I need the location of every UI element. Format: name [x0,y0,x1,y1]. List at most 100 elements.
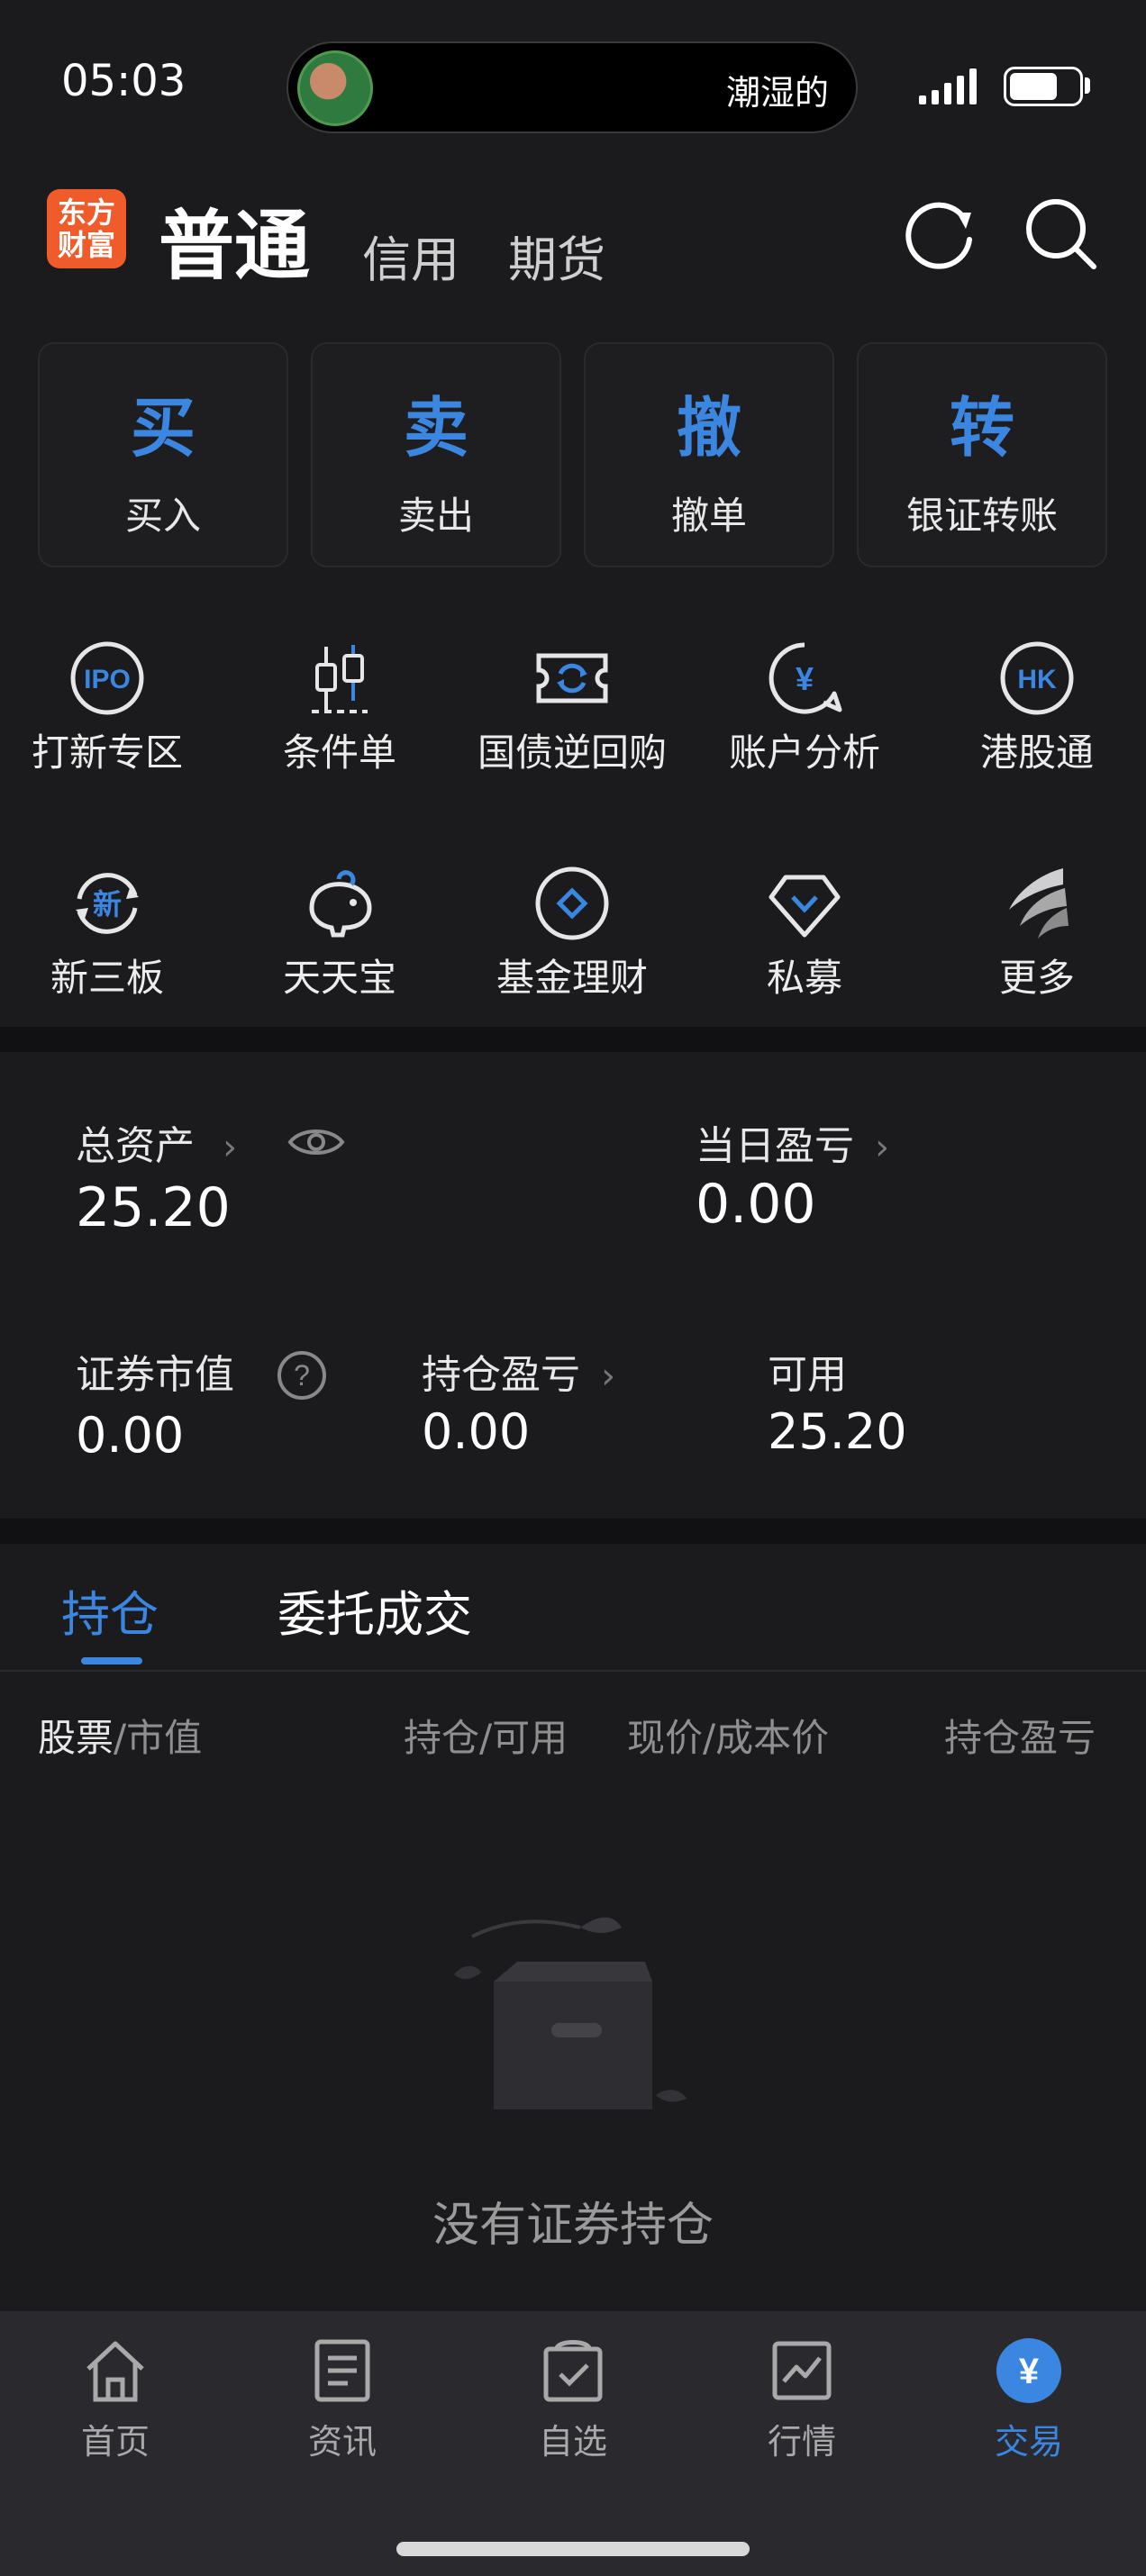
col-stock[interactable]: 股票/市值 [38,1708,202,1763]
more-logo-icon [1009,868,1069,939]
grid-item-account-analysis[interactable]: ¥ 账户分析 [688,638,921,777]
nav-watchlist[interactable]: 自选 [492,2336,654,2463]
island-avatar [297,50,373,126]
grid-label-reverse-repo: 国债逆回购 [477,730,667,775]
sell-button[interactable]: 卖 卖出 [311,342,561,567]
buy-label: 买入 [124,494,201,538]
empty-box-icon [454,1917,687,2109]
transfer-char: 转 [949,390,1014,466]
tab-orders-trades[interactable]: 委托成交 [277,1574,472,1646]
grid-item-conditional-order[interactable]: 条件单 [223,638,456,777]
market-value-value: 0.00 [76,1407,185,1464]
svg-text:?: ? [294,1359,310,1392]
available-value: 25.20 [768,1403,907,1460]
total-assets-value: 25.20 [76,1176,231,1239]
cancel-order-button[interactable]: 撤 撤单 [584,342,834,567]
candlestick-icon [312,645,368,713]
ticket-cycle-icon [536,653,608,703]
grid-label-fund: 基金理财 [496,956,648,1000]
grid-item-new-third-board[interactable]: 新 新三板 [0,863,223,1002]
nav-trade[interactable]: ¥ 交易 [948,2336,1110,2463]
svg-text:IPO: IPO [84,665,131,694]
svg-text:新: 新 [93,887,122,921]
search-icon[interactable] [1022,193,1099,274]
svg-text:¥: ¥ [1019,2352,1040,2391]
nav-market[interactable]: 行情 [721,2336,883,2463]
buy-char: 买 [130,390,196,466]
home-icon [86,2341,144,2402]
grid-item-more[interactable]: 更多 [921,863,1146,1002]
grid-item-ipo[interactable]: IPO 打新专区 [0,638,223,777]
eye-icon[interactable] [286,1124,346,1160]
grid-label-more: 更多 [998,956,1075,1000]
grid-label-new-third-board: 新三板 [50,956,164,1000]
col-hold[interactable]: 持仓/可用 [404,1708,568,1763]
position-pnl-value: 0.00 [422,1403,531,1460]
section-divider [0,1519,1146,1544]
ipo-icon: IPO [70,641,144,715]
grid-item-reverse-repo[interactable]: 国债逆回购 [456,638,688,777]
cellular-signal-icon [919,68,977,104]
tab-holdings[interactable]: 持仓 [61,1574,159,1646]
grid-item-tiantianbao[interactable]: 天天宝 [223,863,456,1002]
grid-item-fund[interactable]: 基金理财 [456,863,688,1002]
news-icon [314,2339,370,2402]
total-assets-row[interactable]: 总资产 › [76,1113,237,1171]
total-assets-label: 总资产 [76,1123,195,1169]
col-price[interactable]: 现价/成本价 [627,1708,829,1763]
tab-credit[interactable]: 信用 [362,220,459,291]
bank-transfer-button[interactable]: 转 银证转账 [857,342,1107,567]
position-pnl-row[interactable]: 持仓盈亏 › [422,1342,615,1400]
sell-char: 卖 [403,390,468,466]
fund-diamond-icon [535,866,609,940]
position-pnl-label: 持仓盈亏 [422,1352,580,1398]
active-tab-indicator [81,1657,142,1664]
nav-home-label: 首页 [80,2422,150,2462]
tab-normal[interactable]: 普通 [159,186,310,295]
available-label: 可用 [768,1352,847,1398]
daily-pnl-label: 当日盈亏 [696,1123,854,1169]
grid-label-hk-connect: 港股通 [979,730,1094,775]
market-value-label: 证券市值 [76,1352,234,1398]
help-icon[interactable]: ? [276,1349,328,1401]
app-logo: 东方财富 [47,189,126,268]
nav-watchlist-label: 自选 [538,2422,607,2462]
grid-item-hk-connect[interactable]: HK 港股通 [921,638,1146,777]
refresh-icon[interactable] [899,193,980,274]
island-text: 潮湿的 [725,73,829,113]
cancel-label: 撤单 [670,494,747,538]
home-indicator[interactable] [396,2542,750,2556]
trade-yuan-icon: ¥ [996,2338,1061,2403]
col-pnl[interactable]: 持仓盈亏 [944,1708,1096,1763]
private-fund-icon [769,875,841,938]
market-value-row: 证券市值 [76,1342,234,1400]
chevron-right-icon: › [223,1127,238,1168]
chevron-right-icon: › [875,1127,890,1168]
transfer-label: 银证转账 [905,494,1058,538]
buy-button[interactable]: 买 买入 [38,342,288,567]
status-time: 05:03 [61,56,186,106]
cancel-char: 撤 [676,390,741,466]
market-chart-icon [772,2341,832,2400]
watchlist-icon [543,2340,603,2402]
grid-label-private-fund: 私募 [766,956,842,1000]
grid-item-private-fund[interactable]: 私募 [688,863,921,1002]
nav-news-label: 资讯 [307,2422,377,2462]
sell-label: 卖出 [397,494,474,538]
nav-news[interactable]: 资讯 [261,2336,423,2463]
tab-futures[interactable]: 期货 [508,220,605,291]
hk-icon: HK [1000,641,1074,715]
chevron-right-icon: › [601,1356,616,1397]
piggy-bank-icon [309,870,372,938]
dynamic-island[interactable]: 潮湿的 [286,41,858,133]
battery-icon [1004,67,1083,106]
daily-pnl-row[interactable]: 当日盈亏 › [696,1113,889,1171]
section-divider [0,1027,1146,1052]
grid-label-account-analysis: 账户分析 [728,730,880,775]
grid-label-conditional-order: 条件单 [282,730,396,775]
daily-pnl-value: 0.00 [696,1173,816,1236]
svg-text:HK: HK [1017,665,1057,694]
grid-label-tiantianbao: 天天宝 [282,956,396,1000]
nav-home[interactable]: 首页 [34,2336,196,2463]
grid-label-ipo: 打新专区 [31,730,183,775]
